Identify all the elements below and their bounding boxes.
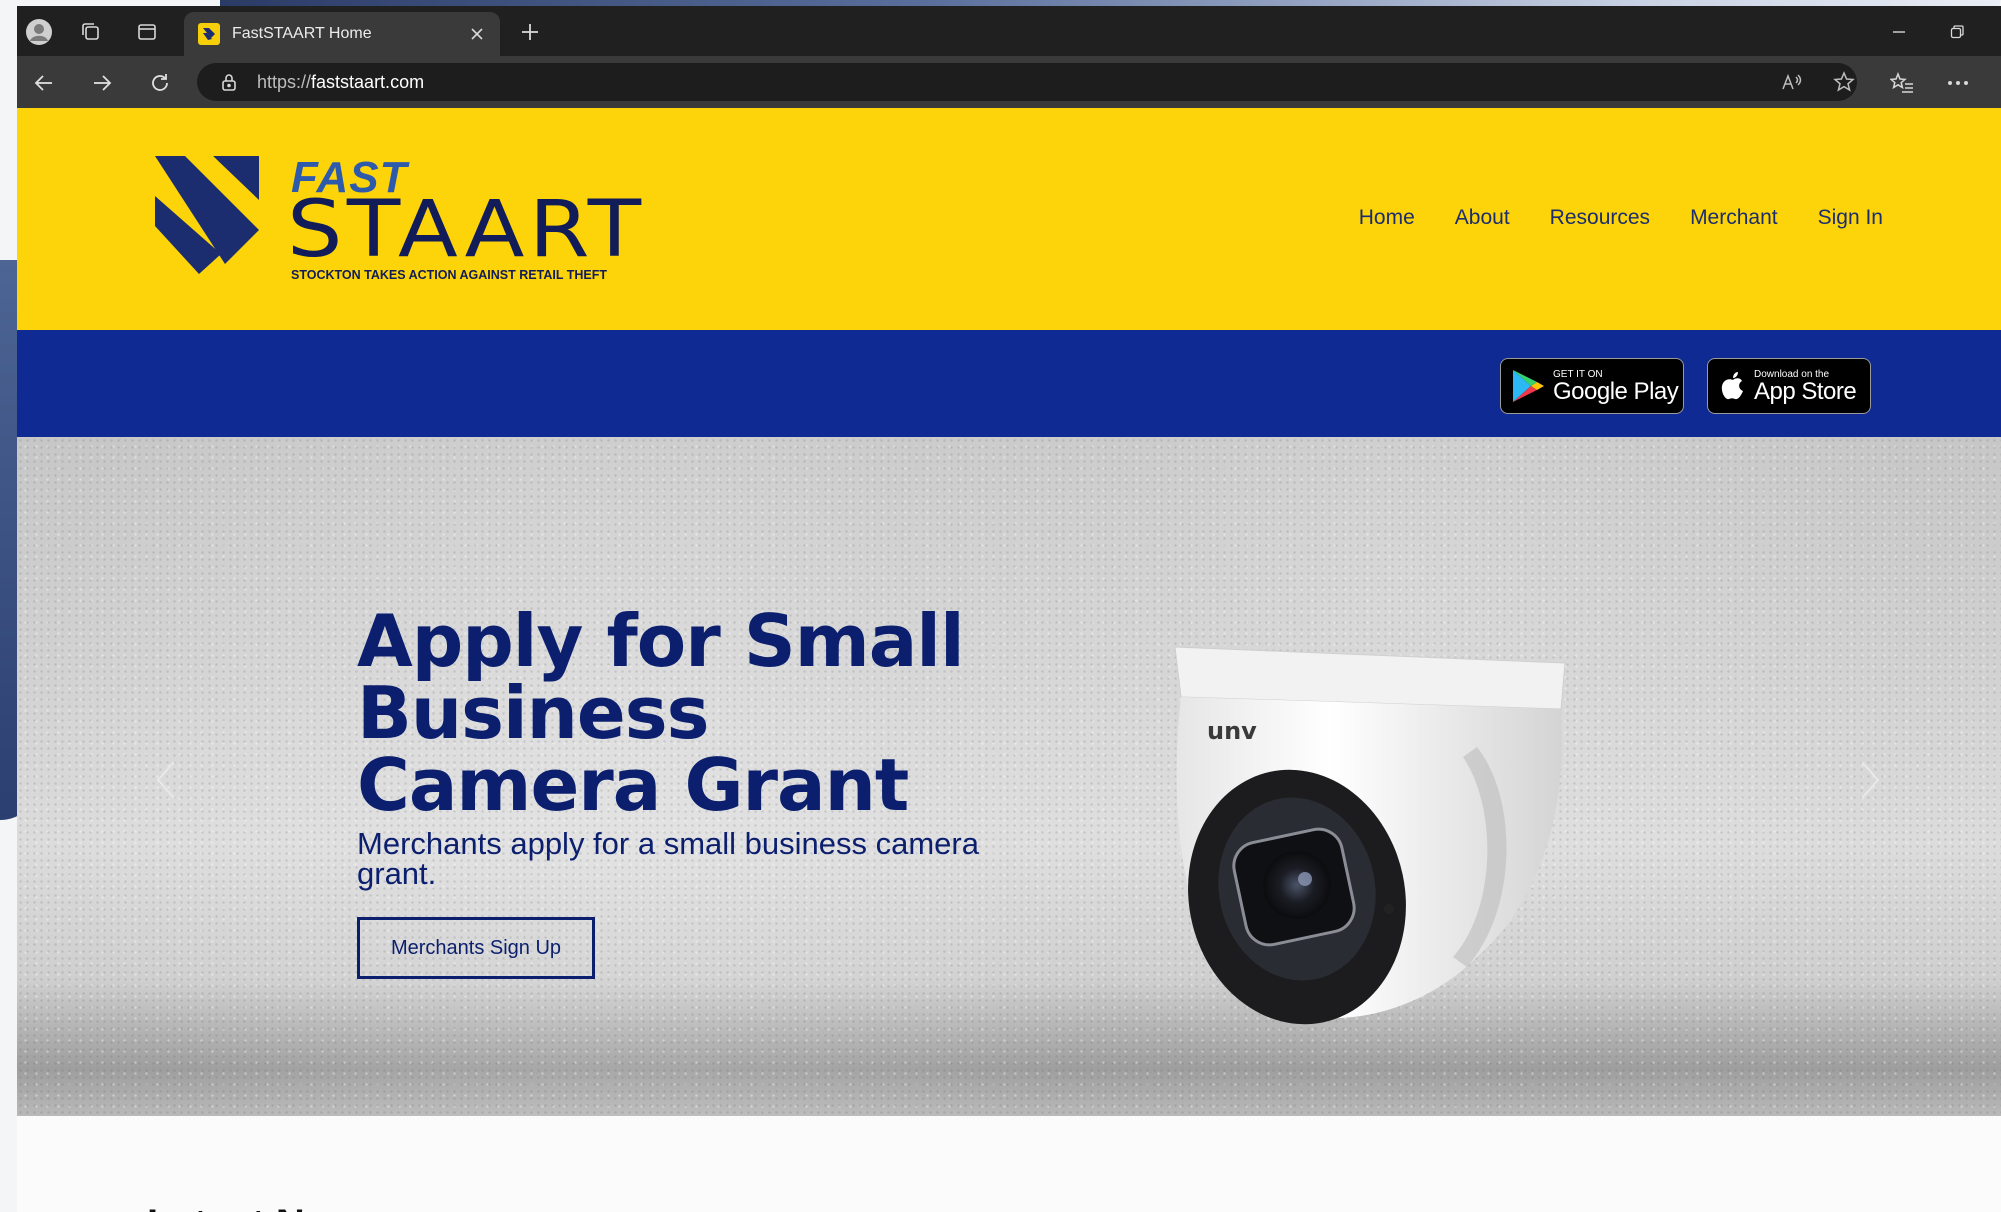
google-play-icon: [1513, 370, 1544, 402]
close-tab-icon[interactable]: [462, 19, 492, 49]
camera-brand-text: unv: [1207, 717, 1257, 745]
more-options-icon[interactable]: [1941, 66, 1975, 100]
address-toolbar: https://faststaart.com: [17, 56, 2001, 108]
favicon-icon: [198, 23, 220, 45]
carousel-next-icon[interactable]: [1855, 755, 1885, 805]
hero-background: [17, 437, 2001, 1116]
carousel-prev-icon[interactable]: [151, 755, 181, 805]
site-header: FAST STAART STOCKTON TAKES ACTION AGAINS…: [17, 108, 2001, 330]
latest-news-section: Latest N: [17, 1116, 2001, 1212]
logo-staart-text: STAART: [287, 185, 646, 275]
nav-merchant[interactable]: Merchant: [1690, 206, 1778, 230]
faststaart-logo[interactable]: FAST STAART STOCKTON TAKES ACTION AGAINS…: [155, 156, 675, 286]
favorites-icon[interactable]: [1885, 66, 1919, 100]
section-heading: Latest N: [147, 1204, 305, 1212]
hero-carousel: Apply for Small Business Camera Grant Me…: [17, 437, 2001, 1116]
app-store-button[interactable]: Download on the App Store: [1707, 358, 1871, 414]
tab-faststaart-home[interactable]: FastSTAART Home: [184, 12, 500, 56]
url-text: https://faststaart.com: [257, 72, 424, 93]
dome-camera-image: unv: [1174, 646, 1566, 1025]
merchants-sign-up-button[interactable]: Merchants Sign Up: [357, 917, 595, 979]
nav-about[interactable]: About: [1455, 206, 1510, 230]
nav-home[interactable]: Home: [1359, 206, 1415, 230]
hero-subtitle: Merchants apply for a small business cam…: [357, 826, 979, 891]
restore-icon[interactable]: [1941, 18, 1973, 46]
new-tab-icon[interactable]: [515, 17, 545, 47]
url-host: faststaart.com: [311, 71, 425, 92]
browser-window: FastSTAART Home https://faststaart.com F…: [17, 6, 2001, 1212]
logo-mark-icon: [155, 156, 259, 274]
hero-title: Apply for Small Business Camera Grant: [357, 599, 965, 827]
refresh-icon[interactable]: [143, 66, 177, 100]
nav-sign-in[interactable]: Sign In: [1818, 206, 1883, 230]
app-store-band: GET IT ON Google Play Download on the Ap…: [17, 330, 2001, 437]
tab-actions-icon[interactable]: [131, 16, 163, 48]
apple-icon: [1721, 372, 1743, 400]
tab-title: FastSTAART Home: [232, 25, 372, 42]
main-nav: Home About Resources Merchant Sign In: [1359, 206, 1883, 230]
lock-icon[interactable]: [217, 70, 241, 94]
favorite-star-icon[interactable]: [1827, 63, 1861, 101]
read-aloud-icon[interactable]: [1775, 63, 1809, 101]
workspaces-icon[interactable]: [75, 16, 107, 48]
app-store-big-text: App Store: [1754, 377, 1857, 405]
google-play-button[interactable]: GET IT ON Google Play: [1500, 358, 1684, 414]
minimize-icon[interactable]: [1883, 18, 1915, 46]
forward-icon[interactable]: [85, 66, 119, 100]
tab-bar: FastSTAART Home: [17, 6, 2001, 56]
nav-resources[interactable]: Resources: [1550, 206, 1650, 230]
back-icon[interactable]: [27, 66, 61, 100]
url-scheme: https://: [257, 71, 312, 92]
profile-avatar-icon[interactable]: [23, 16, 55, 48]
google-play-big-text: Google Play: [1553, 377, 1679, 405]
logo-tagline: STOCKTON TAKES ACTION AGAINST RETAIL THE…: [291, 268, 607, 282]
url-bar[interactable]: https://faststaart.com: [197, 63, 1857, 101]
